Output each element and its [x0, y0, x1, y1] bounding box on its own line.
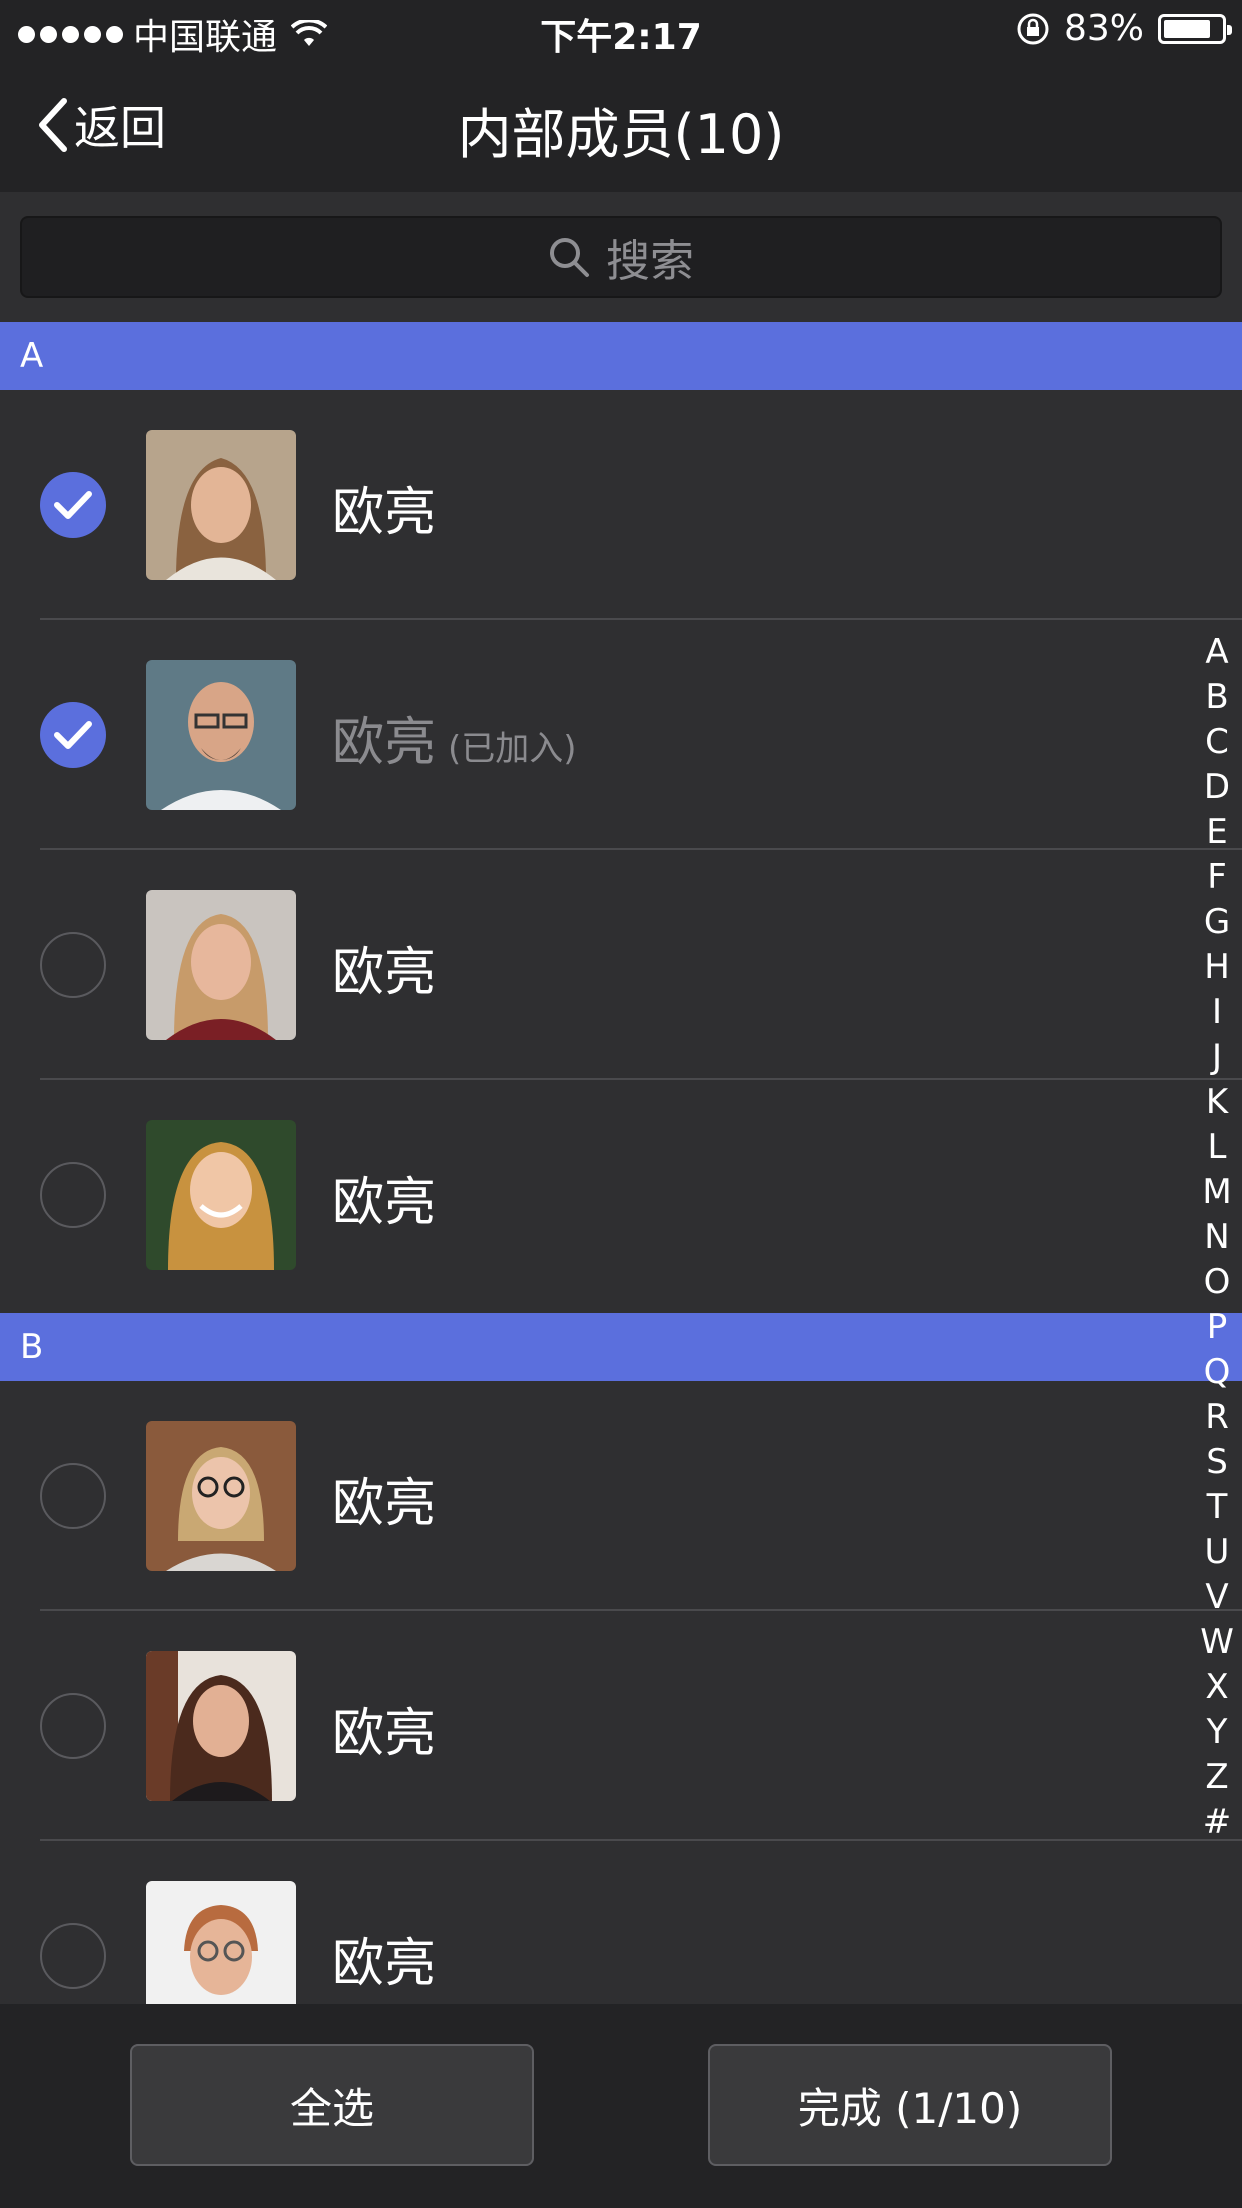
- done-button[interactable]: 完成 (1/10): [708, 2044, 1112, 2166]
- rotation-lock-icon: [1017, 13, 1049, 44]
- battery-icon: [1158, 13, 1232, 44]
- index-letter[interactable]: R: [1205, 1395, 1229, 1440]
- member-row[interactable]: 欧亮: [0, 390, 1242, 620]
- index-letter[interactable]: U: [1205, 1530, 1230, 1575]
- index-letter[interactable]: C: [1205, 720, 1229, 765]
- index-letter[interactable]: A: [1205, 630, 1228, 675]
- member-row[interactable]: 欧亮 (已加入): [0, 620, 1242, 850]
- index-letter[interactable]: O: [1204, 1260, 1231, 1305]
- section-header-a: A: [0, 322, 1242, 390]
- index-letter[interactable]: P: [1207, 1305, 1228, 1350]
- navigation-bar: 返回 内部成员(10): [0, 62, 1242, 192]
- section-header-b: B: [0, 1313, 1242, 1381]
- index-letter[interactable]: K: [1206, 1080, 1228, 1125]
- member-name: 欧亮: [332, 483, 437, 543]
- member-row[interactable]: 欧亮: [0, 1080, 1242, 1310]
- index-letter[interactable]: G: [1204, 900, 1230, 945]
- search-placeholder: 搜索: [606, 236, 694, 287]
- avatar: [146, 890, 296, 1040]
- index-letter[interactable]: X: [1205, 1665, 1228, 1710]
- checkmark-icon: [54, 721, 92, 749]
- checkmark-icon: [54, 491, 92, 519]
- avatar: [146, 1120, 296, 1270]
- checkbox-unchecked[interactable]: [40, 932, 106, 998]
- section-letter: A: [20, 336, 44, 376]
- member-row[interactable]: 欧亮: [0, 850, 1242, 1080]
- section-letter: B: [20, 1327, 44, 1367]
- index-letter[interactable]: I: [1212, 990, 1222, 1035]
- checkbox-unchecked[interactable]: [40, 1923, 106, 1989]
- avatar: [146, 660, 296, 810]
- index-letter[interactable]: Z: [1205, 1755, 1228, 1800]
- member-name: 欧亮: [332, 1934, 437, 1994]
- member-name: 欧亮: [332, 1173, 437, 1233]
- select-all-button[interactable]: 全选: [130, 2044, 534, 2166]
- index-letter[interactable]: D: [1204, 765, 1230, 810]
- checkbox-unchecked[interactable]: [40, 1463, 106, 1529]
- alphabet-index[interactable]: A B C D E F G H I J K L M N O P Q R S T U V W X Y Z #: [1192, 630, 1242, 1845]
- member-row[interactable]: 欧亮: [0, 1381, 1242, 1611]
- index-letter[interactable]: W: [1200, 1620, 1234, 1665]
- member-name: 欧亮 (已加入): [332, 713, 577, 773]
- avatar: [146, 1651, 296, 1801]
- index-letter[interactable]: N: [1204, 1215, 1229, 1260]
- index-letter[interactable]: J: [1212, 1035, 1222, 1080]
- search-icon: [550, 238, 589, 277]
- index-letter[interactable]: S: [1206, 1440, 1228, 1485]
- index-letter[interactable]: H: [1204, 945, 1230, 990]
- avatar: [146, 430, 296, 580]
- checkbox-checked[interactable]: [40, 702, 106, 768]
- checkbox-unchecked[interactable]: [40, 1162, 106, 1228]
- index-letter[interactable]: Y: [1207, 1710, 1228, 1755]
- index-letter[interactable]: T: [1207, 1485, 1228, 1530]
- page-title: 内部成员(10): [457, 103, 785, 166]
- member-name: 欧亮: [332, 943, 437, 1003]
- member-row[interactable]: 欧亮: [0, 1611, 1242, 1841]
- index-letter[interactable]: Q: [1204, 1350, 1231, 1395]
- bottom-toolbar: 全选 完成 (1/10): [0, 2004, 1242, 2208]
- search-input[interactable]: 搜索: [20, 216, 1222, 298]
- index-letter[interactable]: V: [1205, 1575, 1228, 1620]
- search-area: 搜索: [0, 192, 1242, 322]
- status-right: 83%: [1016, 8, 1232, 49]
- checkbox-checked[interactable]: [40, 472, 106, 538]
- joined-note: (已加入): [448, 729, 577, 769]
- checkbox-unchecked[interactable]: [40, 1693, 106, 1759]
- index-letter[interactable]: M: [1202, 1170, 1231, 1215]
- status-bar: 中国联通 下午2:17 83%: [0, 0, 1242, 62]
- avatar: [146, 1421, 296, 1571]
- index-letter[interactable]: B: [1205, 675, 1228, 720]
- index-letter[interactable]: L: [1208, 1125, 1227, 1170]
- index-letter[interactable]: F: [1207, 855, 1227, 900]
- member-select-screen: 中国联通 下午2:17 83% 返回 内部成员(10) 搜索 A 欧亮 欧亮 (…: [0, 0, 1242, 2208]
- battery-fill: [1164, 19, 1210, 38]
- battery-percent: 83%: [1063, 8, 1144, 49]
- index-letter[interactable]: E: [1206, 810, 1227, 855]
- member-name: 欧亮: [332, 1704, 437, 1764]
- member-name: 欧亮: [332, 1474, 437, 1534]
- index-letter[interactable]: #: [1203, 1800, 1232, 1845]
